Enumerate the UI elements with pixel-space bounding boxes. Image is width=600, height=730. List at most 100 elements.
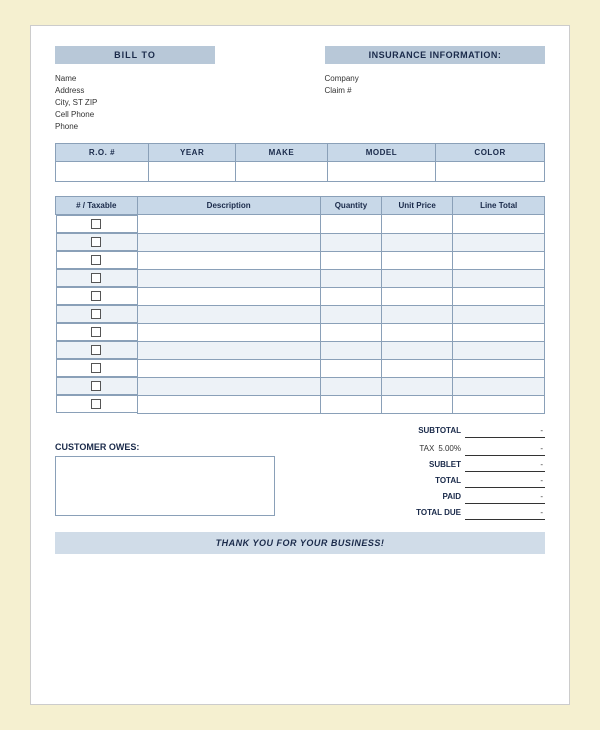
item-num-cell	[56, 287, 137, 305]
checkbox-icon[interactable]	[91, 291, 101, 301]
sublet-value: -	[465, 458, 545, 472]
table-row	[56, 395, 545, 413]
vehicle-year	[148, 162, 235, 182]
table-row	[56, 215, 545, 234]
item-qty-cell	[320, 305, 381, 323]
tax-row: TAX 5.00% -	[290, 442, 545, 456]
items-col-qty: Quantity	[320, 197, 381, 215]
item-qty-cell	[320, 215, 381, 234]
paid-row: PAID -	[290, 490, 545, 504]
checkbox-icon[interactable]	[91, 309, 101, 319]
item-qty-cell	[320, 377, 381, 395]
vehicle-col-model: MODEL	[327, 144, 436, 162]
checkbox-icon[interactable]	[91, 345, 101, 355]
item-desc-cell	[137, 305, 320, 323]
insurance-address: Company Claim #	[325, 74, 546, 131]
subtotal-area: SUBTOTAL -	[55, 424, 545, 440]
item-unit-cell	[382, 269, 453, 287]
item-line-cell	[453, 359, 545, 377]
total-due-dash: -	[540, 508, 543, 517]
customer-owes-section: CUSTOMER OWES:	[55, 442, 290, 516]
vehicle-col-year: YEAR	[148, 144, 235, 162]
item-unit-cell	[382, 233, 453, 251]
company-label: Company	[325, 74, 546, 83]
items-col-unit: Unit Price	[382, 197, 453, 215]
total-due-label: TOTAL DUE	[385, 508, 465, 517]
item-qty-cell	[320, 251, 381, 269]
item-line-cell	[453, 395, 545, 413]
totals-section: TAX 5.00% - SUBLET - TOTAL -	[290, 442, 545, 522]
item-line-cell	[453, 287, 545, 305]
subtotal-value: -	[465, 424, 545, 438]
item-unit-cell	[382, 215, 453, 234]
table-row	[56, 269, 545, 287]
item-qty-cell	[320, 359, 381, 377]
item-num-cell	[56, 377, 137, 395]
vehicle-row	[56, 162, 545, 182]
items-col-num: # / Taxable	[56, 197, 138, 215]
item-line-cell	[453, 305, 545, 323]
total-due-row: TOTAL DUE -	[290, 506, 545, 520]
invoice-page: BILL TO INSURANCE INFORMATION: Name Addr…	[30, 25, 570, 705]
table-row	[56, 323, 545, 341]
table-row	[56, 305, 545, 323]
item-unit-cell	[382, 251, 453, 269]
claim-label: Claim #	[325, 86, 546, 95]
insurance-header: INSURANCE INFORMATION:	[325, 46, 545, 64]
bill-to-header: BILL TO	[55, 46, 215, 64]
item-unit-cell	[382, 341, 453, 359]
customer-owes-box[interactable]	[55, 456, 275, 516]
tax-percent: 5.00%	[438, 444, 461, 453]
vehicle-col-ro: R.O. #	[56, 144, 149, 162]
item-desc-cell	[137, 251, 320, 269]
item-num-cell	[56, 215, 137, 233]
items-table: # / Taxable Description Quantity Unit Pr…	[55, 196, 545, 414]
item-num-cell	[56, 395, 137, 413]
item-unit-cell	[382, 395, 453, 413]
checkbox-icon[interactable]	[91, 219, 101, 229]
total-label: TOTAL	[385, 476, 465, 485]
vehicle-table: R.O. # YEAR MAKE MODEL COLOR	[55, 143, 545, 182]
subtotal-dash: -	[540, 426, 543, 435]
item-unit-cell	[382, 287, 453, 305]
item-desc-cell	[137, 323, 320, 341]
item-qty-cell	[320, 341, 381, 359]
sublet-label: SUBLET	[385, 460, 465, 469]
bottom-section: CUSTOMER OWES: TAX 5.00% - SUBLET - TO	[55, 442, 545, 522]
item-line-cell	[453, 233, 545, 251]
vehicle-color	[436, 162, 545, 182]
items-col-desc: Description	[137, 197, 320, 215]
footer: THANK YOU FOR YOUR BUSINESS!	[55, 532, 545, 554]
customer-owes-label: CUSTOMER OWES:	[55, 442, 290, 452]
items-col-line: Line Total	[453, 197, 545, 215]
sublet-dash: -	[540, 460, 543, 469]
item-num-cell	[56, 305, 137, 323]
tax-value: -	[465, 442, 545, 456]
vehicle-make	[236, 162, 327, 182]
total-due-value: -	[465, 506, 545, 520]
checkbox-icon[interactable]	[91, 399, 101, 409]
checkbox-icon[interactable]	[91, 327, 101, 337]
subtotal-label: SUBTOTAL	[385, 426, 465, 435]
checkbox-icon[interactable]	[91, 273, 101, 283]
table-row	[56, 359, 545, 377]
sublet-row: SUBLET -	[290, 458, 545, 472]
item-num-cell	[56, 323, 137, 341]
table-row	[56, 251, 545, 269]
footer-text: THANK YOU FOR YOUR BUSINESS!	[216, 538, 385, 548]
checkbox-icon[interactable]	[91, 381, 101, 391]
item-qty-cell	[320, 287, 381, 305]
item-line-cell	[453, 215, 545, 234]
item-qty-cell	[320, 269, 381, 287]
item-line-cell	[453, 341, 545, 359]
paid-value: -	[465, 490, 545, 504]
item-qty-cell	[320, 233, 381, 251]
table-row	[56, 233, 545, 251]
checkbox-icon[interactable]	[91, 363, 101, 373]
checkbox-icon[interactable]	[91, 237, 101, 247]
table-row	[56, 287, 545, 305]
item-desc-cell	[137, 377, 320, 395]
item-unit-cell	[382, 305, 453, 323]
item-num-cell	[56, 359, 137, 377]
checkbox-icon[interactable]	[91, 255, 101, 265]
